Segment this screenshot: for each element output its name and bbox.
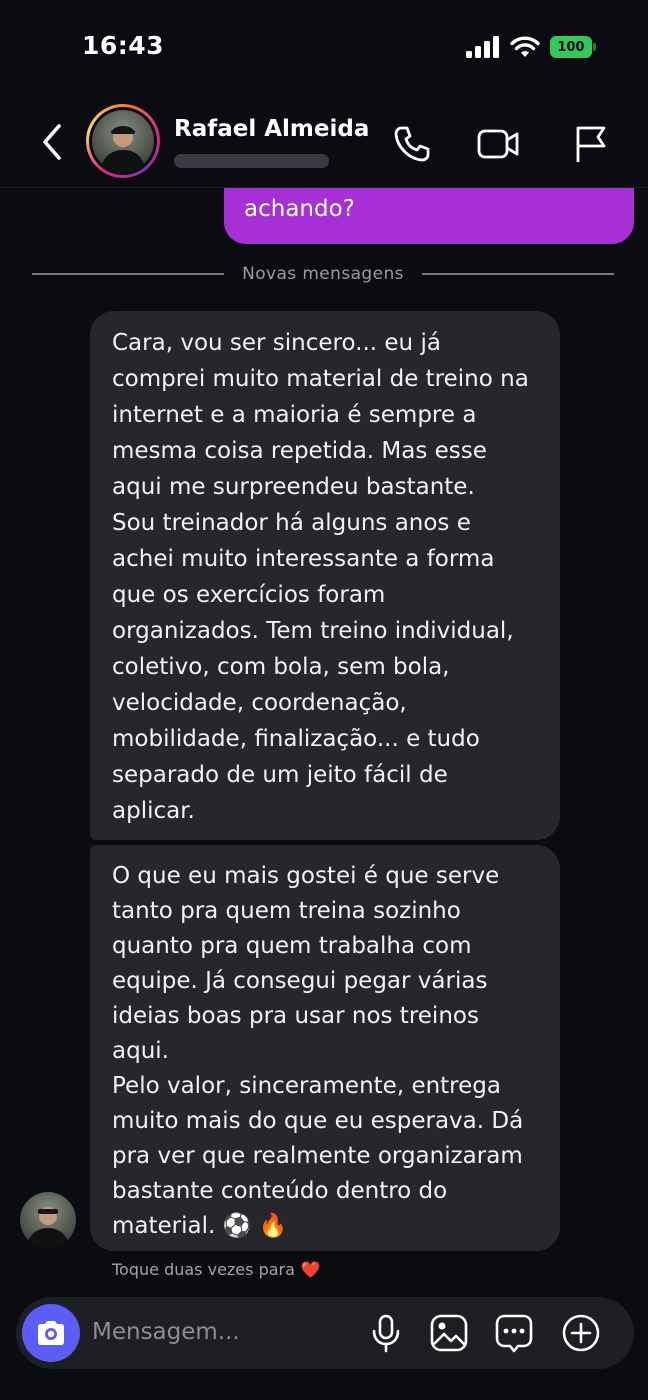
status-time: 16:43 — [82, 31, 165, 60]
status-bar: 16:43 100 — [0, 0, 648, 96]
message-input[interactable] — [92, 1319, 352, 1345]
sender-avatar[interactable] — [20, 1192, 76, 1248]
hint-text: Toque duas vezes para — [112, 1260, 295, 1279]
wifi-icon — [510, 36, 540, 57]
add-icon[interactable] — [557, 1309, 605, 1357]
contact-username-blurred — [174, 154, 329, 168]
battery-icon: 100 — [550, 36, 596, 58]
camera-button[interactable] — [22, 1304, 80, 1362]
received-message-text: Cara, vou ser sincero... eu já comprei m… — [112, 330, 529, 824]
camera-icon — [38, 1321, 64, 1345]
chat-screen: 16:43 100 achando? Rafael Almeida Novas … — [0, 0, 648, 1400]
signal-icon — [466, 36, 499, 58]
sticker-icon[interactable] — [490, 1309, 538, 1357]
new-messages-divider: Novas mensagens — [32, 262, 614, 286]
double-tap-hint: Toque duas vezes para ❤️ — [112, 1260, 321, 1279]
flag-icon[interactable] — [566, 120, 614, 168]
video-icon[interactable] — [474, 120, 522, 168]
message-composer — [16, 1297, 634, 1369]
back-icon[interactable] — [32, 118, 72, 166]
contact-avatar[interactable] — [86, 104, 160, 178]
phone-icon[interactable] — [388, 120, 436, 168]
chat-header: Rafael Almeida — [0, 96, 648, 188]
received-message-text: O que eu mais gostei é que serve tanto p… — [112, 863, 524, 1239]
received-message-bubble[interactable]: Cara, vou ser sincero... eu já comprei m… — [90, 311, 560, 840]
gallery-icon[interactable] — [425, 1309, 473, 1357]
status-icons: 100 — [466, 36, 596, 58]
battery-level: 100 — [557, 39, 585, 55]
microphone-icon[interactable] — [362, 1309, 410, 1357]
contact-name[interactable]: Rafael Almeida — [174, 116, 369, 142]
sent-message-text: achando? — [244, 196, 355, 222]
received-message-bubble[interactable]: O que eu mais gostei é que serve tanto p… — [90, 845, 560, 1251]
divider-label: Novas mensagens — [242, 264, 404, 284]
heart-icon: ❤️ — [300, 1260, 321, 1279]
